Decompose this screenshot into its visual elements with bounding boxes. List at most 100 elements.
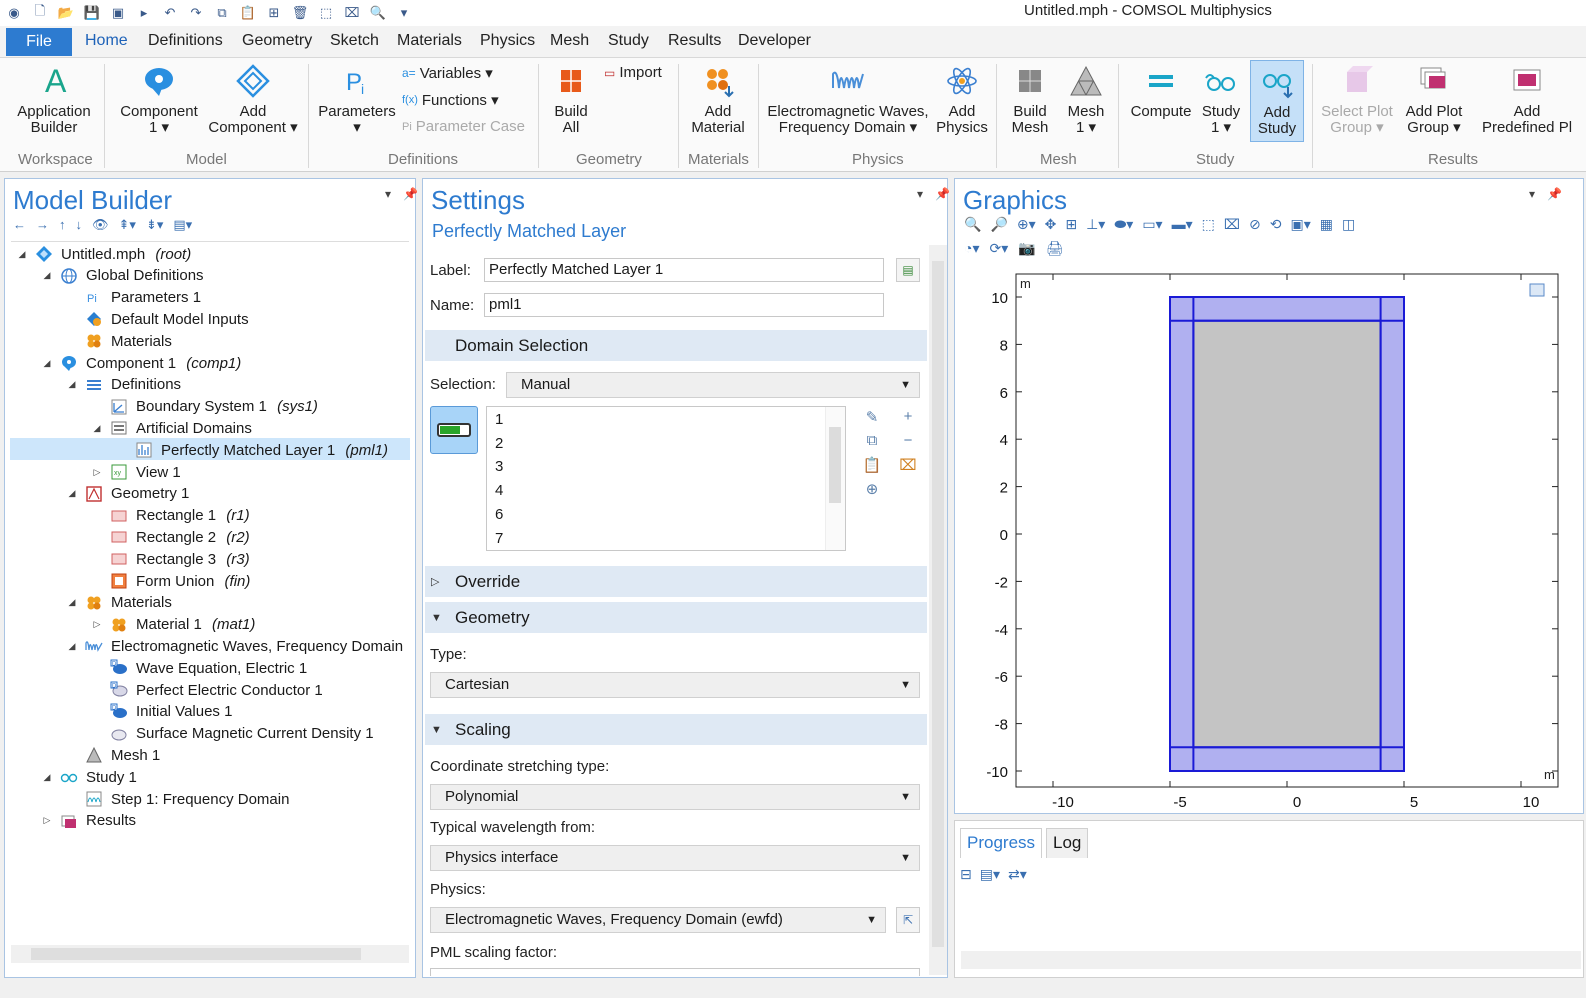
save-icon[interactable]: 💾 bbox=[82, 3, 102, 23]
show-progress-icon[interactable]: ⊟ bbox=[960, 866, 972, 883]
tree-item-form-union[interactable]: Form Union (fin) bbox=[0, 570, 410, 592]
section-domain-selection[interactable]: Domain Selection bbox=[425, 330, 927, 361]
tree-item-surface-magnetic-current-density-1[interactable]: Surface Magnetic Current Density 1 bbox=[0, 723, 410, 745]
panel-menu-icon[interactable]: ▾ bbox=[917, 187, 923, 201]
domain-list-item[interactable]: 6 bbox=[495, 506, 503, 523]
horizontal-scrollbar[interactable] bbox=[961, 951, 1581, 969]
physics-combo[interactable]: Electromagnetic Waves, Frequency Domain … bbox=[430, 907, 886, 933]
play-icon[interactable]: ▸ bbox=[134, 3, 154, 23]
tab-log[interactable]: Log bbox=[1046, 828, 1089, 858]
tree-item-rectangle-1[interactable]: Rectangle 1 (r1) bbox=[0, 505, 410, 527]
build-mesh-button[interactable]: Build Mesh bbox=[1004, 64, 1056, 136]
box-select-icon[interactable]: ⬚ bbox=[1202, 216, 1215, 233]
compute-button[interactable]: Compute bbox=[1126, 64, 1196, 120]
refresh-icon[interactable]: ⟳▾ bbox=[989, 240, 1008, 257]
application-builder-button[interactable]: A Application Builder bbox=[12, 64, 96, 136]
views-icon[interactable]: ▣▾ bbox=[1290, 216, 1310, 233]
select-domains-icon[interactable]: ▬▾ bbox=[1172, 216, 1193, 233]
tree-item-definitions[interactable]: ◢ Definitions bbox=[0, 374, 410, 396]
forward-icon[interactable]: → bbox=[36, 217, 49, 233]
tab-sketch[interactable]: Sketch bbox=[330, 32, 379, 50]
edit-node-icon[interactable]: ▤ bbox=[896, 258, 920, 282]
paste-selection-icon[interactable]: 📋 bbox=[862, 456, 882, 476]
graphics-canvas[interactable]: m m 10 8 6 4 2 0 -2 -4 -6 -8 -10 -10 -5 0 5 10 bbox=[960, 262, 1580, 812]
variables-button[interactable]: a= Variables ▾ bbox=[402, 64, 493, 82]
zoom-box-icon[interactable]: ⊕▾ bbox=[1017, 216, 1036, 233]
progress-layout-icon[interactable]: ▤▾ bbox=[980, 866, 1000, 883]
paint-selection-icon[interactable]: ✎ bbox=[862, 408, 882, 428]
add-plot-group-button[interactable]: Add Plot Group ▾ bbox=[1400, 64, 1468, 136]
pin-icon[interactable]: 📌 bbox=[403, 187, 418, 201]
save-as-icon[interactable]: ▣ bbox=[108, 3, 128, 23]
collapse-arrow-icon[interactable]: ◢ bbox=[41, 270, 53, 281]
collapse-arrow-icon[interactable]: ◢ bbox=[91, 423, 103, 434]
coordinate-stretching-combo[interactable]: Polynomial ▼ bbox=[430, 784, 920, 810]
select-objects-icon[interactable]: ▭▾ bbox=[1142, 216, 1162, 233]
delete-icon[interactable]: 🗑 bbox=[290, 3, 310, 23]
add-predefined-plot-button[interactable]: Add Predefined Pl bbox=[1472, 64, 1582, 136]
collapse-icon[interactable]: ⇟▾ bbox=[146, 217, 163, 233]
zoom-selected-icon[interactable]: ⊞ bbox=[1065, 216, 1077, 233]
tab-home[interactable]: Home bbox=[85, 32, 128, 50]
scrollbar-thumb[interactable] bbox=[829, 427, 841, 503]
study-button[interactable]: Study 1 ▾ bbox=[1196, 64, 1246, 136]
move-up-icon[interactable]: ↑ bbox=[59, 217, 66, 233]
select-icon[interactable]: ⬚ bbox=[316, 3, 336, 23]
tree-item-mesh-1[interactable]: Mesh 1 bbox=[0, 744, 410, 766]
axes-icon[interactable]: ⊥▾ bbox=[1086, 216, 1105, 233]
copy-icon[interactable]: ⧉ bbox=[212, 3, 232, 23]
type-combo[interactable]: Cartesian ▼ bbox=[430, 672, 920, 698]
section-override[interactable]: ▷ Override bbox=[425, 566, 927, 597]
tab-geometry[interactable]: Geometry bbox=[242, 32, 312, 50]
render-mode-icon[interactable]: ⬬▾ bbox=[1114, 216, 1133, 233]
tab-progress[interactable]: Progress bbox=[960, 828, 1043, 858]
tree-item-materials[interactable]: ◢ Materials bbox=[0, 592, 410, 614]
paste-icon[interactable]: 📋 bbox=[238, 3, 258, 23]
zoom-to-selection-icon[interactable]: ⊕ bbox=[862, 480, 882, 500]
add-component-button[interactable]: Add Component ▾ bbox=[206, 64, 300, 136]
collapse-arrow-icon[interactable]: ◢ bbox=[66, 641, 78, 652]
import-button[interactable]: ▭ Import bbox=[604, 64, 662, 81]
tree-item-component-1[interactable]: ◢ Component 1 (comp1) bbox=[0, 352, 410, 374]
tree-item-wave-equation-electric-1[interactable]: D Wave Equation, Electric 1 bbox=[0, 657, 410, 679]
tree-item-rectangle-2[interactable]: Rectangle 2 (r2) bbox=[0, 526, 410, 548]
tree-item-results[interactable]: ▷ Results bbox=[0, 810, 410, 832]
section-scaling[interactable]: ▼ Scaling bbox=[425, 714, 927, 745]
scene-light-icon[interactable]: ▦ bbox=[1320, 216, 1333, 233]
pin-icon[interactable]: 📌 bbox=[1547, 187, 1562, 201]
camera-icon[interactable]: 📷 bbox=[1018, 240, 1035, 257]
transparency-icon[interactable]: ◫ bbox=[1342, 216, 1355, 233]
file-menu-button[interactable]: File bbox=[6, 28, 72, 56]
domain-list[interactable]: 1 2 3 4 6 7 bbox=[486, 406, 846, 551]
show-icon[interactable]: 👁 bbox=[92, 217, 109, 233]
build-all-button[interactable]: Build All bbox=[546, 64, 596, 136]
tree-item-study-1[interactable]: ◢ Study 1 bbox=[0, 766, 410, 788]
expand-arrow-icon[interactable]: ▷ bbox=[91, 619, 103, 630]
domain-list-item[interactable]: 1 bbox=[495, 411, 503, 428]
tree-item-step-1-frequency-domain[interactable]: Step 1: Frequency Domain bbox=[0, 788, 410, 810]
expand-icon[interactable]: ⇞▾ bbox=[119, 217, 136, 233]
add-physics-button[interactable]: Add Physics bbox=[934, 64, 990, 136]
tree-item-material-1[interactable]: ▷ Material 1 (mat1) bbox=[0, 614, 410, 636]
back-icon[interactable]: ← bbox=[13, 217, 26, 233]
image-snapshot-icon[interactable]: ◔▾ bbox=[964, 240, 979, 257]
open-icon[interactable]: 📂 bbox=[56, 3, 76, 23]
scrollbar-thumb[interactable] bbox=[31, 948, 361, 960]
domain-list-item[interactable]: 3 bbox=[495, 458, 503, 475]
tab-results[interactable]: Results bbox=[668, 32, 721, 50]
parameters-button[interactable]: Pi Parameters ▾ bbox=[316, 64, 398, 136]
tree-item-default-model-inputs[interactable]: Default Model Inputs bbox=[0, 308, 410, 330]
add-to-selection-icon[interactable]: + bbox=[898, 408, 918, 428]
tree-item-electromagnetic-waves-frequency-domain[interactable]: ◢ Electromagnetic Waves, Frequency Domain bbox=[0, 635, 410, 657]
print-icon[interactable]: 🖨 bbox=[1046, 240, 1064, 257]
collapse-arrow-icon[interactable]: ◢ bbox=[66, 488, 78, 499]
clear-icon[interactable]: ⌧ bbox=[342, 3, 362, 23]
collapse-arrow-icon[interactable]: ◢ bbox=[41, 772, 53, 783]
reset-hiding-icon[interactable]: ⟲ bbox=[1270, 216, 1282, 233]
tree-item-global-materials[interactable]: Materials bbox=[0, 330, 410, 352]
tree-item-untitled-root[interactable]: ◢ Untitled.mph (root) bbox=[0, 243, 410, 265]
list-scrollbar[interactable] bbox=[825, 407, 845, 550]
collapse-arrow-icon[interactable]: ◢ bbox=[66, 597, 78, 608]
progress-settings-icon[interactable]: ⇄▾ bbox=[1008, 866, 1027, 883]
domain-list-item[interactable]: 7 bbox=[495, 530, 503, 547]
